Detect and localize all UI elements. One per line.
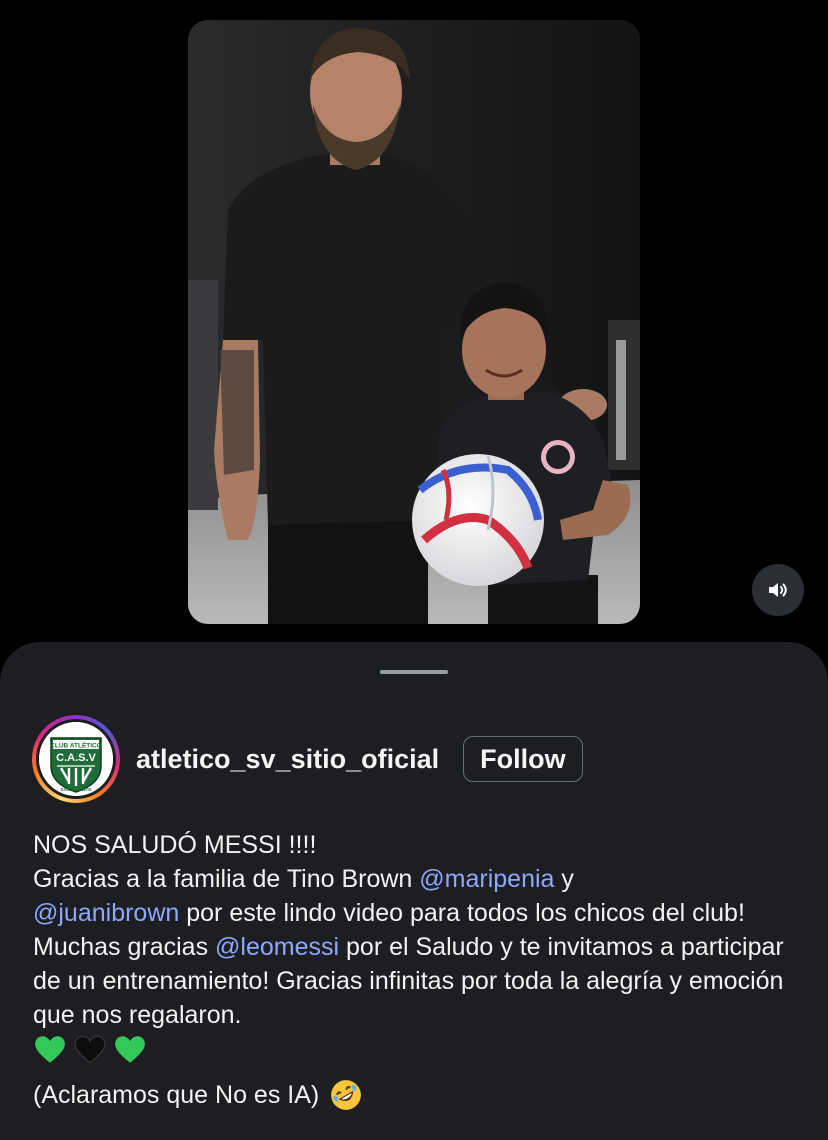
- mention-juanibrown[interactable]: @juanibrown: [33, 899, 179, 927]
- caption-body: Gracias a la familia de Tino Brown @mari…: [33, 862, 803, 1032]
- caption-closing-line: (Aclaramos que No es IA): [33, 1078, 803, 1112]
- post-caption: NOS SALUDÓ MESSI !!!! Gracias a la famil…: [33, 828, 803, 1112]
- rolling-laughing-face-icon: [331, 1080, 362, 1110]
- caption-text: y: [554, 865, 574, 893]
- screen: CLUB ATLÉTICO C.A.S.V SAN VICENTE atleti…: [0, 0, 828, 1140]
- username[interactable]: atletico_sv_sitio_oficial: [136, 744, 439, 775]
- svg-text:C.A.S.V: C.A.S.V: [56, 752, 96, 764]
- video-thumbnail: [188, 20, 640, 624]
- mention-maripenia[interactable]: @maripenia: [419, 865, 554, 893]
- mention-leomessi[interactable]: @leomessi: [215, 933, 339, 961]
- svg-text:SAN VICENTE: SAN VICENTE: [61, 787, 92, 792]
- emoji-row: [33, 1032, 803, 1068]
- caption-closing: (Aclaramos que No es IA): [33, 1081, 320, 1109]
- svg-text:CLUB ATLÉTICO: CLUB ATLÉTICO: [50, 741, 102, 750]
- caption-title: NOS SALUDÓ MESSI !!!!: [33, 831, 317, 859]
- mute-button[interactable]: [752, 564, 804, 616]
- follow-button[interactable]: Follow: [463, 736, 583, 782]
- club-logo: CLUB ATLÉTICO C.A.S.V SAN VICENTE: [39, 722, 113, 796]
- green-heart-icon: [115, 1036, 145, 1063]
- speaker-icon: [769, 583, 787, 597]
- avatar-border: CLUB ATLÉTICO C.A.S.V SAN VICENTE: [36, 719, 116, 799]
- avatar: CLUB ATLÉTICO C.A.S.V SAN VICENTE: [39, 722, 113, 796]
- green-heart-icon: [35, 1036, 65, 1063]
- profile-header: CLUB ATLÉTICO C.A.S.V SAN VICENTE atleti…: [32, 714, 583, 804]
- black-heart-icon: [74, 1035, 106, 1064]
- post-details-sheet: CLUB ATLÉTICO C.A.S.V SAN VICENTE atleti…: [0, 642, 828, 1140]
- video-player[interactable]: [188, 20, 640, 624]
- caption-text: Gracias a la familia de Tino Brown: [33, 865, 420, 893]
- drag-handle[interactable]: [380, 670, 448, 674]
- story-ring[interactable]: CLUB ATLÉTICO C.A.S.V SAN VICENTE: [32, 715, 120, 803]
